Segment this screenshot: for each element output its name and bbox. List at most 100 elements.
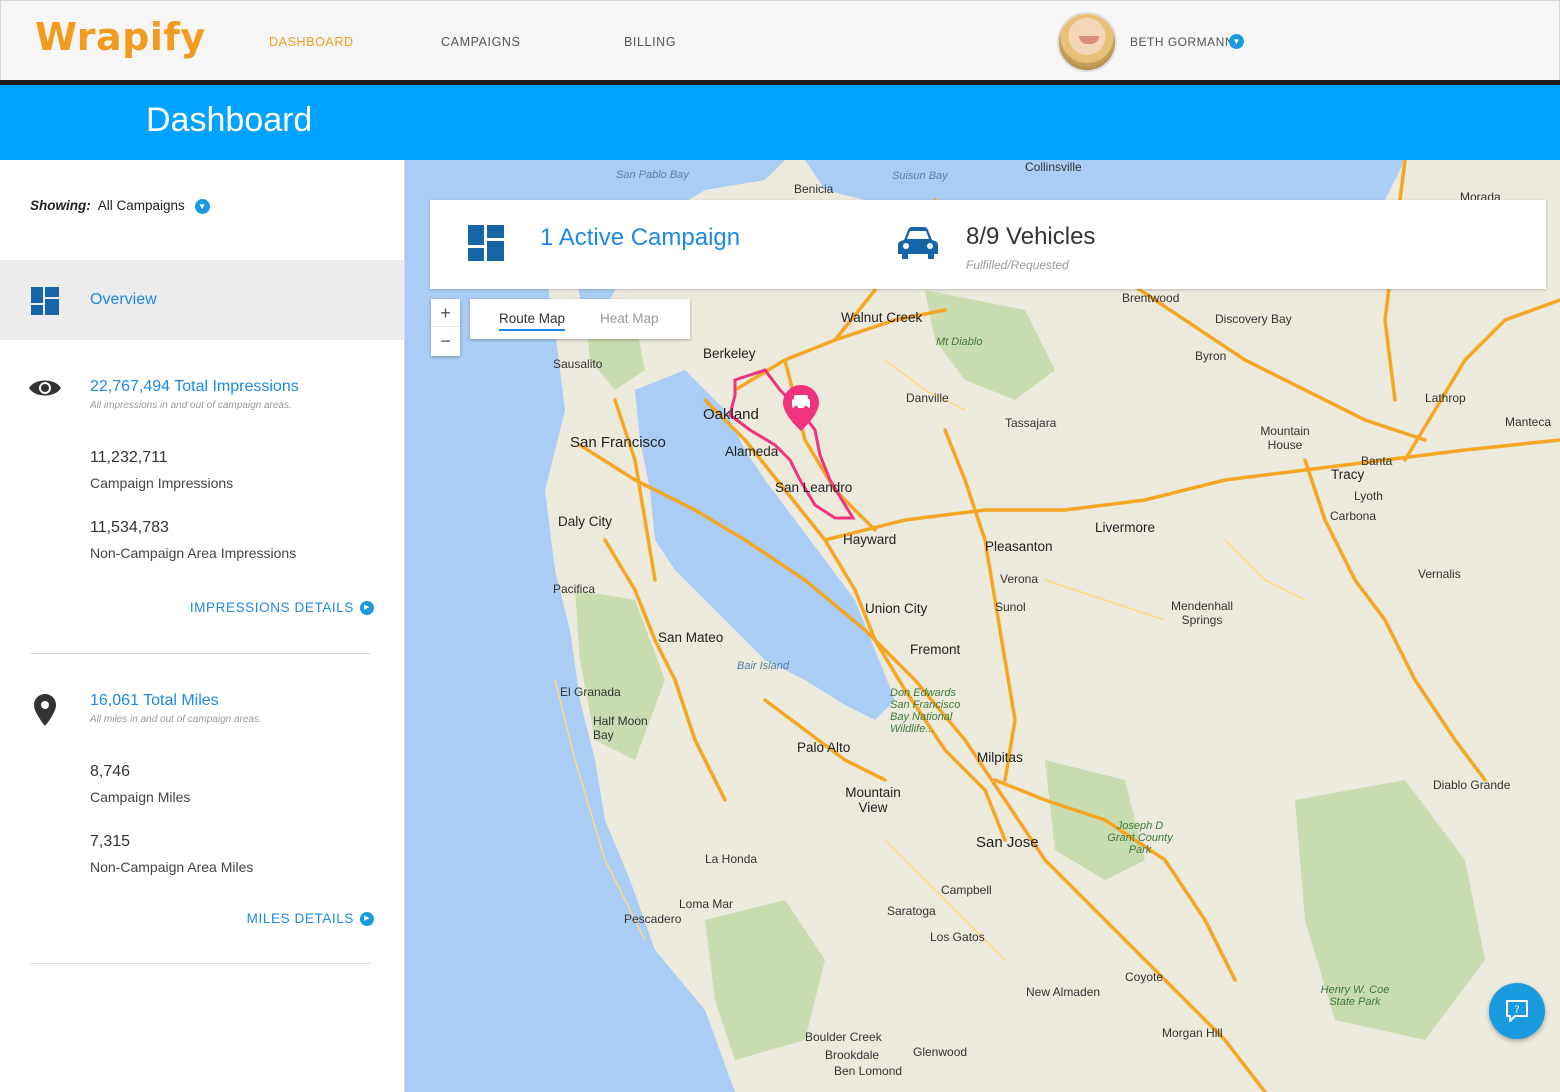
help-chat-button[interactable]: ? bbox=[1489, 983, 1545, 1039]
campaign-impressions-value: 11,232,711 bbox=[90, 449, 168, 466]
tab-heat-map[interactable]: Heat Map bbox=[600, 311, 659, 326]
map-label-mountain-view: Mountain View bbox=[845, 785, 901, 815]
campaign-summary-card: 1 Active Campaign 8/9 Vehicles Fulfilled… bbox=[430, 200, 1546, 289]
map-label-ben-lomond: Ben Lomond bbox=[834, 1064, 903, 1078]
map-label-san-francisco: San Francisco bbox=[570, 434, 666, 451]
map-label-manteca: Manteca bbox=[1505, 415, 1552, 429]
map-label-half-moon-bay: Half Moon Bay bbox=[593, 714, 648, 742]
map-label-sunol: Sunol bbox=[995, 600, 1026, 614]
map-label-san-pablo-bay: San Pablo Bay bbox=[616, 169, 689, 181]
sidebar: Showing: All Campaigns ▼ Overview 22,767… bbox=[0, 160, 405, 1092]
top-nav-bar: Wrapify DASHBOARD CAMPAIGNS BILLING BETH… bbox=[0, 0, 1560, 80]
map-label-morgan-hill: Morgan Hill bbox=[1162, 1026, 1223, 1040]
map-label-diablo-grande: Diablo Grande bbox=[1433, 778, 1511, 792]
map-label-benicia: Benicia bbox=[794, 182, 834, 196]
map-label-vernalis: Vernalis bbox=[1418, 567, 1461, 581]
user-name[interactable]: BETH GORMANN bbox=[1130, 35, 1234, 49]
map-label-byron: Byron bbox=[1195, 349, 1227, 363]
section-divider bbox=[30, 963, 371, 964]
map-label-pleasanton: Pleasanton bbox=[985, 539, 1053, 554]
vehicle-marker-icon[interactable] bbox=[783, 385, 819, 431]
campaign-miles-label: Campaign Miles bbox=[90, 789, 191, 805]
chevron-right-icon: ▶ bbox=[360, 912, 374, 927]
map-label-lyoth: Lyoth bbox=[1354, 489, 1383, 503]
map-label-campbell: Campbell bbox=[941, 883, 992, 897]
user-avatar[interactable] bbox=[1057, 12, 1117, 72]
active-campaigns-link[interactable]: 1 Active Campaign bbox=[540, 224, 740, 252]
map-label-oakland: Oakland bbox=[703, 406, 759, 423]
map-label-saratoga: Saratoga bbox=[887, 904, 936, 918]
noncampaign-impressions-label: Non-Campaign Area Impressions bbox=[90, 545, 297, 561]
map-pin-icon bbox=[34, 694, 56, 726]
map-view-tabs: Route Map Heat Map bbox=[470, 299, 690, 339]
impressions-details-link[interactable]: IMPRESSIONS DETAILS ▶ bbox=[190, 600, 374, 616]
svg-text:?: ? bbox=[1514, 1005, 1519, 1016]
map-label-coyote: Coyote bbox=[1125, 970, 1164, 984]
miles-details-link[interactable]: MILES DETAILS ▶ bbox=[247, 911, 374, 927]
map-label-danville: Danville bbox=[906, 391, 949, 405]
map-label-tassajara: Tassajara bbox=[1005, 416, 1057, 430]
map-zoom-controls: + − bbox=[431, 299, 460, 356]
map-label-glenwood: Glenwood bbox=[913, 1045, 968, 1059]
noncampaign-miles-label: Non-Campaign Area Miles bbox=[90, 859, 254, 875]
map-label-suisun-bay: Suisun Bay bbox=[892, 170, 948, 182]
map-label-bair-island: Bair Island bbox=[737, 660, 789, 672]
map-label-don-edwards: Don Edwards San Francisco Bay National W… bbox=[890, 687, 961, 735]
chevron-right-icon: ▶ bbox=[360, 601, 374, 616]
map-label-milpitas: Milpitas bbox=[977, 750, 1023, 765]
wrapify-logo[interactable]: Wrapify bbox=[35, 15, 206, 59]
campaign-filter[interactable]: Showing: All Campaigns ▼ bbox=[30, 198, 210, 214]
sidebar-item-overview-label: Overview bbox=[90, 291, 157, 308]
sidebar-item-overview[interactable]: Overview bbox=[0, 260, 404, 340]
map-label-mendenhall-springs: Mendenhall Springs bbox=[1170, 599, 1234, 627]
total-miles[interactable]: 16,061 Total Miles bbox=[90, 692, 219, 710]
map-label-lathrop: Lathrop bbox=[1425, 391, 1466, 405]
map-label-alameda: Alameda bbox=[725, 444, 779, 459]
map-label-pacifica: Pacifica bbox=[553, 582, 596, 596]
map-label-san-jose: San Jose bbox=[976, 834, 1039, 851]
map-label-fremont: Fremont bbox=[910, 642, 961, 657]
user-menu-chevron-icon[interactable]: ▼ bbox=[1229, 34, 1244, 49]
map-label-henry-coe-park: Henry W. Coe State Park bbox=[1320, 984, 1390, 1008]
page-title: Dashboard bbox=[146, 101, 313, 139]
map-label-hayward: Hayward bbox=[843, 532, 897, 547]
map-label-mountain-house: Mountain House bbox=[1260, 424, 1310, 452]
zoom-out-button[interactable]: − bbox=[431, 327, 460, 355]
zoom-in-button[interactable]: + bbox=[431, 299, 460, 327]
vehicle-count-caption: Fulfilled/Requested bbox=[966, 258, 1069, 272]
map-label-los-gatos: Los Gatos bbox=[930, 930, 985, 944]
map-label-la-honda: La Honda bbox=[705, 852, 758, 866]
map-label-loma-mar: Loma Mar bbox=[679, 897, 734, 911]
page-header: Dashboard bbox=[0, 85, 1560, 160]
campaign-miles-value: 8,746 bbox=[90, 763, 131, 780]
noncampaign-impressions-value: 11,534,783 bbox=[90, 519, 169, 536]
showing-label: Showing: bbox=[30, 198, 91, 213]
campaign-impressions-label: Campaign Impressions bbox=[90, 475, 234, 491]
total-miles-note: All miles in and out of campaign areas. bbox=[90, 714, 262, 725]
map-label-palo-alto: Palo Alto bbox=[797, 740, 851, 755]
nav-campaigns[interactable]: CAMPAIGNS bbox=[441, 35, 521, 49]
map-label-brookdale: Brookdale bbox=[825, 1048, 880, 1062]
dashboard-grid-icon bbox=[31, 287, 59, 315]
showing-value[interactable]: All Campaigns bbox=[98, 198, 185, 213]
total-impressions[interactable]: 22,767,494 Total Impressions bbox=[90, 378, 299, 396]
dashboard-grid-icon bbox=[468, 225, 504, 261]
nav-billing[interactable]: BILLING bbox=[624, 35, 676, 49]
filter-chevron-icon[interactable]: ▼ bbox=[194, 198, 210, 214]
car-icon bbox=[898, 227, 938, 259]
map-label-boulder-creek: Boulder Creek bbox=[805, 1030, 882, 1044]
tab-route-map[interactable]: Route Map bbox=[499, 311, 566, 331]
map-label-union-city: Union City bbox=[865, 601, 928, 616]
map-label-collinsville: Collinsville bbox=[1025, 160, 1082, 174]
impressions-section: 22,767,494 Total Impressions All impress… bbox=[0, 340, 404, 653]
help-chat-icon: ? bbox=[1506, 1000, 1528, 1022]
map-label-banta: Banta bbox=[1361, 454, 1393, 468]
miles-section: 16,061 Total Miles All miles in and out … bbox=[0, 654, 404, 964]
map-label-berkeley: Berkeley bbox=[703, 346, 756, 361]
nav-dashboard[interactable]: DASHBOARD bbox=[269, 35, 354, 49]
map-label-mt-diablo: Mt Diablo bbox=[936, 336, 983, 348]
map-label-daly-city: Daly City bbox=[558, 514, 613, 529]
map-label-san-mateo: San Mateo bbox=[658, 630, 724, 645]
map-label-sausalito: Sausalito bbox=[553, 357, 603, 371]
map-label-pescadero: Pescadero bbox=[624, 912, 682, 926]
